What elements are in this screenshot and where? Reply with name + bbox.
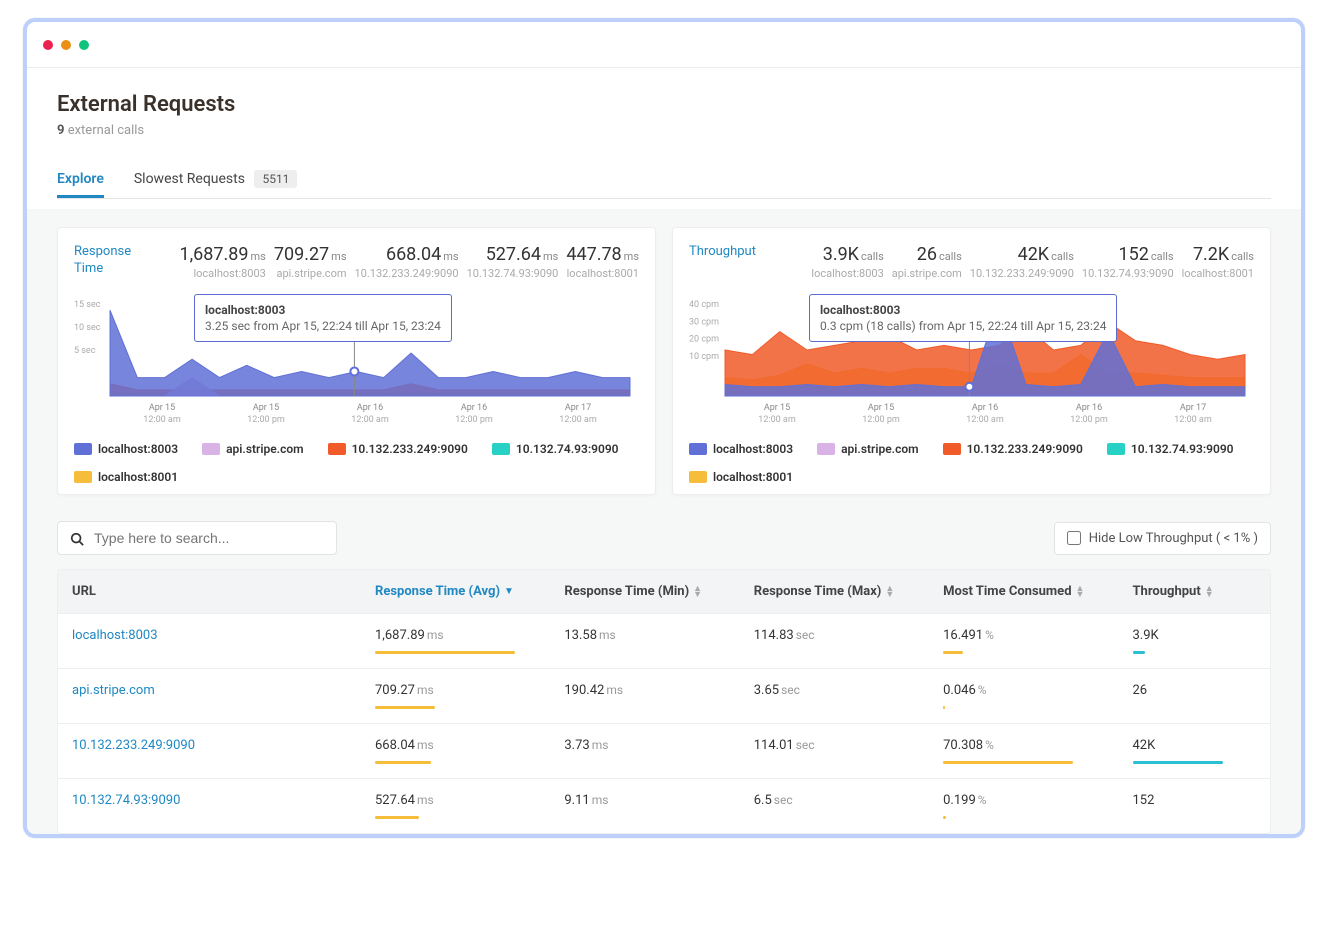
- sort-icon: ▲▼: [885, 586, 894, 598]
- svg-text:Apr 16: Apr 16: [972, 403, 998, 413]
- table-row: 10.132.233.249:9090668.04ms3.73ms114.01s…: [58, 723, 1270, 778]
- svg-text:Apr 16: Apr 16: [357, 403, 383, 413]
- hide-low-throughput-checkbox[interactable]: [1067, 531, 1081, 545]
- stat: 668.04ms10.132.233.249:9090: [355, 244, 459, 280]
- svg-text:Apr 15: Apr 15: [764, 403, 790, 413]
- response-time-legend: localhost:8003 api.stripe.com 10.132.233.2…: [74, 442, 639, 484]
- svg-text:12:00 pm: 12:00 pm: [247, 415, 285, 425]
- svg-text:12:00 pm: 12:00 pm: [862, 415, 900, 425]
- row-url[interactable]: localhost:8003: [58, 614, 361, 668]
- stat: 3.9Kcallslocalhost:8003: [811, 244, 883, 280]
- stat: 1,687.89mslocalhost:8003: [180, 244, 266, 280]
- legend-item[interactable]: localhost:8001: [689, 470, 793, 484]
- th-url[interactable]: URL: [58, 570, 361, 613]
- row-url[interactable]: api.stripe.com: [58, 669, 361, 723]
- legend-item[interactable]: 10.132.233.249:9090: [328, 442, 468, 456]
- row-url[interactable]: 10.132.74.93:9090: [58, 779, 361, 833]
- app-window: External Requests 9 external calls Explo…: [23, 18, 1305, 838]
- response-time-chart[interactable]: 15 sec 10 sec 5 sec Apr 15 12:00 am Apr 15 12:…: [74, 300, 639, 430]
- svg-text:12:00 pm: 12:00 pm: [455, 415, 493, 425]
- svg-text:Apr 15: Apr 15: [868, 403, 894, 413]
- sort-icon: ▲▼: [1205, 586, 1214, 598]
- page-title: External Requests: [57, 92, 1271, 117]
- table-row: api.stripe.com709.27ms190.42ms3.65sec0.0…: [58, 668, 1270, 723]
- titlebar: [27, 22, 1301, 68]
- response-time-title: Response Time: [74, 244, 154, 278]
- th-most-time-consumed[interactable]: Most Time Consumed ▲▼: [929, 570, 1118, 613]
- sort-desc-icon: ▼: [504, 586, 514, 597]
- svg-text:Apr 15: Apr 15: [253, 403, 279, 413]
- stat: 527.64ms10.132.74.93:9090: [467, 244, 559, 280]
- stat: 7.2Kcallslocalhost:8001: [1182, 244, 1254, 280]
- stat: 42Kcalls10.132.233.249:9090: [970, 244, 1074, 280]
- legend-item[interactable]: 10.132.233.249:9090: [943, 442, 1083, 456]
- th-response-time-max[interactable]: Response Time (Max) ▲▼: [740, 570, 929, 613]
- page-subtitle: 9 external calls: [57, 123, 1271, 138]
- maximize-dot[interactable]: [79, 40, 89, 50]
- legend-item[interactable]: localhost:8003: [74, 442, 178, 456]
- svg-text:Apr 16: Apr 16: [1076, 403, 1102, 413]
- svg-text:12:00 am: 12:00 am: [1174, 415, 1212, 425]
- throughput-chart[interactable]: 40 cpm 30 cpm 20 cpm 10 cpm Apr 15 12:00 am Ap…: [689, 300, 1254, 430]
- throughput-legend: localhost:8003 api.stripe.com 10.132.233.2…: [689, 442, 1254, 484]
- table-row: localhost:80031,687.89ms13.58ms114.83sec…: [58, 613, 1270, 668]
- stat: 152calls10.132.74.93:9090: [1082, 244, 1174, 280]
- svg-text:Apr 17: Apr 17: [1180, 403, 1206, 413]
- response-time-panel: Response Time 1,687.89mslocalhost:800370…: [57, 227, 656, 495]
- legend-item[interactable]: api.stripe.com: [817, 442, 918, 456]
- minimize-dot[interactable]: [61, 40, 71, 50]
- svg-text:30 cpm: 30 cpm: [689, 317, 719, 327]
- svg-text:Apr 15: Apr 15: [149, 403, 175, 413]
- svg-text:Apr 16: Apr 16: [461, 403, 487, 413]
- stat: 709.27msapi.stripe.com: [274, 244, 347, 280]
- svg-text:12:00 pm: 12:00 pm: [1070, 415, 1108, 425]
- search-icon: [70, 531, 84, 545]
- stat: 447.78mslocalhost:8001: [566, 244, 639, 280]
- hide-low-throughput[interactable]: Hide Low Throughput ( < 1% ): [1054, 522, 1271, 555]
- svg-text:20 cpm: 20 cpm: [689, 335, 719, 345]
- svg-text:12:00 am: 12:00 am: [559, 415, 597, 425]
- table-row: 10.132.74.93:9090527.64ms9.11ms6.5sec0.1…: [58, 778, 1270, 833]
- sort-icon: ▲▼: [1076, 586, 1085, 598]
- legend-item[interactable]: 10.132.74.93:9090: [1107, 442, 1234, 456]
- stat: 26callsapi.stripe.com: [892, 244, 962, 280]
- th-throughput[interactable]: Throughput ▲▼: [1119, 570, 1271, 613]
- search-box[interactable]: [57, 521, 337, 555]
- tab-explore[interactable]: Explore: [57, 161, 104, 197]
- svg-text:Apr 17: Apr 17: [565, 403, 591, 413]
- svg-text:10 cpm: 10 cpm: [689, 352, 719, 362]
- tab-slowest-requests[interactable]: Slowest Requests 5511: [134, 160, 298, 198]
- legend-item[interactable]: api.stripe.com: [202, 442, 303, 456]
- legend-item[interactable]: 10.132.74.93:9090: [492, 442, 619, 456]
- throughput-title: Throughput: [689, 244, 769, 261]
- svg-text:12:00 am: 12:00 am: [351, 415, 389, 425]
- search-input[interactable]: [94, 530, 324, 546]
- svg-text:12:00 am: 12:00 am: [758, 415, 796, 425]
- row-url[interactable]: 10.132.233.249:9090: [58, 724, 361, 778]
- external-requests-table: URL Response Time (Avg) ▼ Response Time …: [57, 569, 1271, 834]
- svg-text:5 sec: 5 sec: [74, 346, 96, 356]
- tabs: Explore Slowest Requests 5511: [57, 160, 1271, 199]
- th-response-time-min[interactable]: Response Time (Min) ▲▼: [550, 570, 739, 613]
- sort-icon: ▲▼: [693, 586, 702, 598]
- tab-slowest-badge: 5511: [254, 170, 297, 188]
- legend-item[interactable]: localhost:8001: [74, 470, 178, 484]
- svg-text:12:00 am: 12:00 am: [966, 415, 1004, 425]
- throughput-panel: Throughput 3.9Kcallslocalhost:800326call…: [672, 227, 1271, 495]
- legend-item[interactable]: localhost:8003: [689, 442, 793, 456]
- close-dot[interactable]: [43, 40, 53, 50]
- svg-text:12:00 am: 12:00 am: [143, 415, 181, 425]
- svg-text:40 cpm: 40 cpm: [689, 300, 719, 310]
- th-response-time-avg[interactable]: Response Time (Avg) ▼: [361, 570, 550, 613]
- svg-text:10 sec: 10 sec: [74, 323, 101, 333]
- svg-text:15 sec: 15 sec: [74, 300, 101, 310]
